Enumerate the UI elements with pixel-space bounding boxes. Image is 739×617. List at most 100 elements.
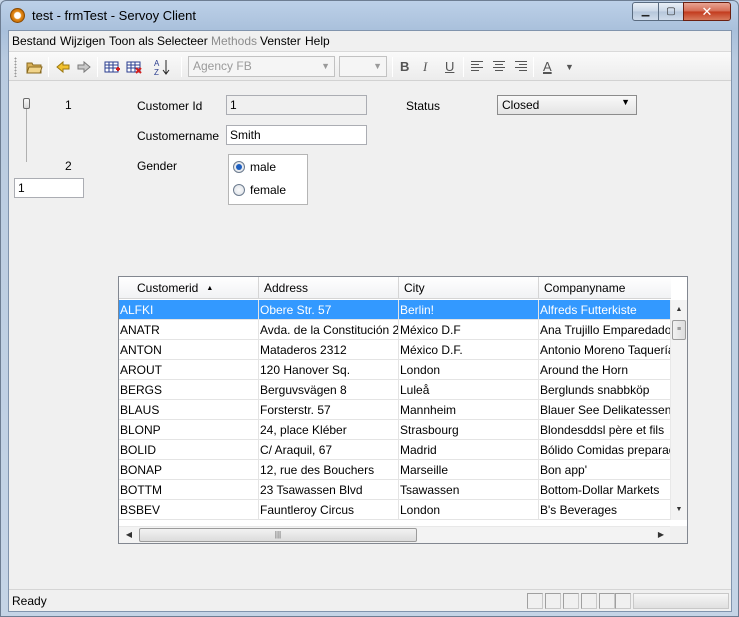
- scroll-up-icon[interactable]: ▲: [671, 302, 687, 318]
- table-row[interactable]: BOLID C/ Araquil, 67 Madrid Bólido Comidas …: [119, 440, 671, 460]
- table-cell[interactable]: ALFKI: [119, 300, 259, 320]
- open-folder-icon[interactable]: [25, 58, 43, 76]
- table-cell[interactable]: Forsterstr. 57: [259, 400, 399, 420]
- table-cell[interactable]: BOLID: [119, 440, 259, 460]
- scroll-thumb[interactable]: ≡: [672, 320, 686, 340]
- table-cell[interactable]: México D.F: [399, 320, 539, 340]
- font-color-button[interactable]: A: [543, 59, 552, 74]
- table-cell[interactable]: Alfreds Futterkiste: [539, 300, 671, 320]
- customer-id-field[interactable]: 1: [226, 95, 367, 115]
- table-row[interactable]: BSBEV Fauntleroy Circus London B's Beverage…: [119, 500, 671, 520]
- menu-wijzigen[interactable]: Wijzigen: [60, 34, 105, 48]
- minimize-button[interactable]: ▁: [632, 2, 659, 21]
- table-cell[interactable]: ANTON: [119, 340, 259, 360]
- align-center-icon[interactable]: [493, 61, 505, 72]
- table-cell[interactable]: Marseille: [399, 460, 539, 480]
- table-cell[interactable]: Fauntleroy Circus: [259, 500, 399, 520]
- menu-bestand[interactable]: Bestand: [12, 34, 56, 48]
- column-header-address[interactable]: Address: [259, 277, 399, 299]
- table-cell[interactable]: Bólido Comidas preparadas: [539, 440, 671, 460]
- radio-button[interactable]: [233, 184, 245, 196]
- column-header-city[interactable]: City: [399, 277, 539, 299]
- column-header-companyname[interactable]: Companyname: [539, 277, 671, 299]
- vertical-scrollbar[interactable]: ▲ ≡ ▼: [670, 300, 687, 520]
- table-cell[interactable]: BSBEV: [119, 500, 259, 520]
- menu-selecteer[interactable]: Selecteer: [157, 34, 208, 48]
- status-select[interactable]: Closed ▼: [497, 95, 637, 115]
- table-cell[interactable]: Berglunds snabbköp: [539, 380, 671, 400]
- scroll-thumb[interactable]: |||: [139, 528, 417, 542]
- table-cell[interactable]: Madrid: [399, 440, 539, 460]
- table-cell[interactable]: 12, rue des Bouchers: [259, 460, 399, 480]
- table-cell[interactable]: México D.F.: [399, 340, 539, 360]
- table-cell[interactable]: Blondesddsl père et fils: [539, 420, 671, 440]
- underline-button[interactable]: U: [445, 59, 454, 74]
- horizontal-scrollbar[interactable]: ◀ ||| ▶: [119, 526, 671, 543]
- table-cell[interactable]: Tsawassen: [399, 480, 539, 500]
- slider-thumb[interactable]: [23, 98, 30, 109]
- table-cell[interactable]: Ana Trujillo Emparedados y helados: [539, 320, 671, 340]
- table-row[interactable]: BLONP 24, place Kléber Strasbourg Blondesdd…: [119, 420, 671, 440]
- forward-arrow-icon[interactable]: [75, 58, 93, 76]
- menu-toon-als[interactable]: Toon als: [109, 34, 154, 48]
- font-family-combo[interactable]: Agency FB ▼: [188, 56, 335, 77]
- table-cell[interactable]: London: [399, 360, 539, 380]
- table-cell[interactable]: Luleå: [399, 380, 539, 400]
- radio-button-checked[interactable]: [233, 161, 245, 173]
- maximize-button[interactable]: ▢: [658, 2, 684, 21]
- align-left-icon[interactable]: [471, 61, 483, 72]
- table-cell[interactable]: Blauer See Delikatessen: [539, 400, 671, 420]
- menu-venster[interactable]: Venster: [260, 34, 301, 48]
- scroll-left-icon[interactable]: ◀: [121, 527, 137, 543]
- table-cell[interactable]: BLAUS: [119, 400, 259, 420]
- table-cell[interactable]: Mataderos 2312: [259, 340, 399, 360]
- menu-methods[interactable]: Methods: [211, 34, 257, 48]
- table-cell[interactable]: 24, place Kléber: [259, 420, 399, 440]
- table-cell[interactable]: ANATR: [119, 320, 259, 340]
- font-size-combo[interactable]: ▼: [339, 56, 387, 77]
- table-cell[interactable]: Berlin!: [399, 300, 539, 320]
- new-record-icon[interactable]: [103, 58, 121, 76]
- table-cell[interactable]: 23 Tsawassen Blvd: [259, 480, 399, 500]
- table-cell[interactable]: BERGS: [119, 380, 259, 400]
- table-cell[interactable]: Avda. de la Constitución 2222: [259, 320, 399, 340]
- table-row[interactable]: BOTTM 23 Tsawassen Blvd Tsawassen Bottom-Do…: [119, 480, 671, 500]
- italic-button[interactable]: I: [423, 59, 427, 75]
- table-cell[interactable]: Mannheim: [399, 400, 539, 420]
- table-cell[interactable]: Berguvsvägen 8: [259, 380, 399, 400]
- table-cell[interactable]: BLONP: [119, 420, 259, 440]
- toolbar-grip[interactable]: [14, 57, 17, 77]
- sort-icon[interactable]: AZ: [153, 58, 171, 77]
- table-row[interactable]: BONAP 12, rue des Bouchers Marseille Bon ap…: [119, 460, 671, 480]
- customer-name-field[interactable]: Smith: [226, 125, 367, 145]
- table-cell[interactable]: BONAP: [119, 460, 259, 480]
- table-cell[interactable]: Strasbourg: [399, 420, 539, 440]
- table-cell[interactable]: BOTTM: [119, 480, 259, 500]
- table-row[interactable]: BLAUS Forsterstr. 57 Mannheim Blauer See De…: [119, 400, 671, 420]
- bold-button[interactable]: B: [400, 59, 409, 74]
- chevron-down-icon[interactable]: ▼: [565, 62, 574, 72]
- table-cell[interactable]: C/ Araquil, 67: [259, 440, 399, 460]
- slider-value-field[interactable]: 1: [14, 178, 84, 198]
- table-row[interactable]: AROUT 120 Hanover Sq. London Around the Hor…: [119, 360, 671, 380]
- delete-record-icon[interactable]: [125, 58, 143, 76]
- back-arrow-icon[interactable]: [54, 58, 72, 76]
- column-header-customerid[interactable]: Customerid ▲: [119, 277, 259, 299]
- close-button[interactable]: ✕: [683, 2, 731, 21]
- scroll-down-icon[interactable]: ▼: [671, 502, 687, 518]
- table-cell[interactable]: Around the Horn: [539, 360, 671, 380]
- title-bar[interactable]: test - frmTest - Servoy Client ▁ ▢ ✕: [1, 1, 738, 29]
- table-cell[interactable]: B's Beverages: [539, 500, 671, 520]
- table-cell[interactable]: Bottom-Dollar Markets: [539, 480, 671, 500]
- table-row[interactable]: ALFKI Obere Str. 57 Berlin! Alfreds Futterk…: [119, 300, 671, 320]
- table-cell[interactable]: Antonio Moreno Taquería: [539, 340, 671, 360]
- table-row[interactable]: ANATRAvda. de la Constitución 2222México…: [119, 320, 671, 340]
- table-row[interactable]: ANTON Mataderos 2312 México D.F. Antonio Mo…: [119, 340, 671, 360]
- table-cell[interactable]: London: [399, 500, 539, 520]
- menu-help[interactable]: Help: [305, 34, 330, 48]
- table-cell[interactable]: 120 Hanover Sq.: [259, 360, 399, 380]
- table-row[interactable]: BERGS Berguvsvägen 8 Luleå Berglunds snabbk…: [119, 380, 671, 400]
- table-cell[interactable]: AROUT: [119, 360, 259, 380]
- align-right-icon[interactable]: [515, 61, 527, 72]
- servoy-app-icon[interactable]: [10, 8, 25, 23]
